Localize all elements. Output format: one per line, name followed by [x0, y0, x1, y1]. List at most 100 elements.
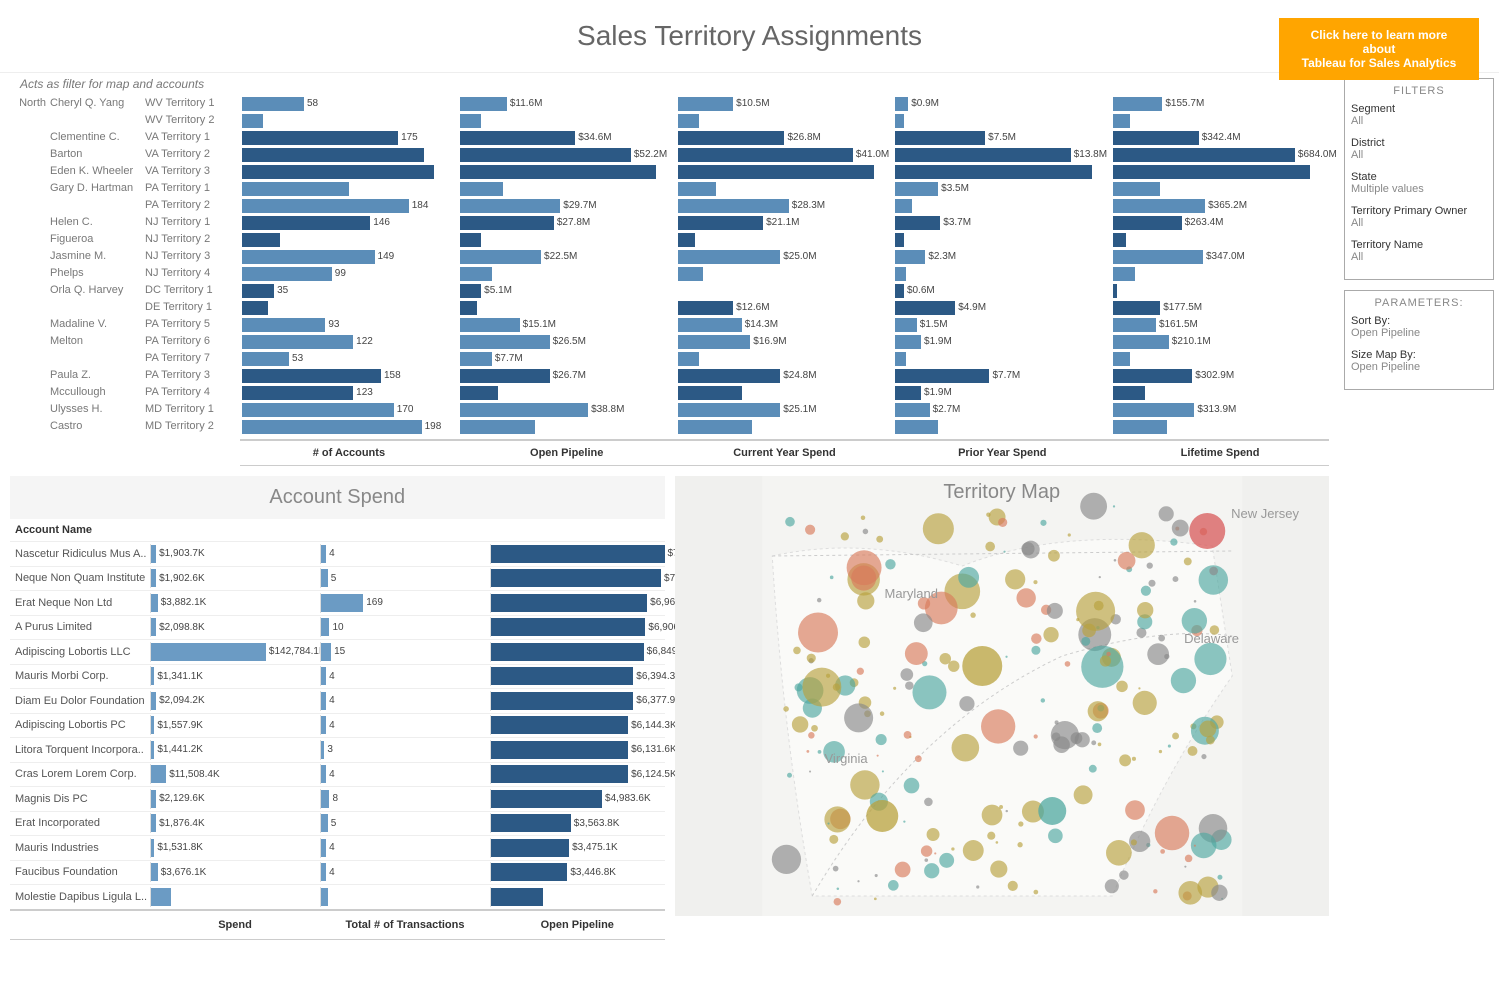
account-row[interactable]: Adipiscing Lobortis PC $1,557.9K 4 $6,14…	[10, 713, 665, 738]
bar-cell[interactable]	[895, 163, 1109, 180]
bar-cell[interactable]	[1113, 282, 1327, 299]
bar-cell[interactable]: $1.9M	[895, 333, 1109, 350]
bar-cell[interactable]	[460, 180, 674, 197]
territory-row-label[interactable]: North Cheryl Q. Yang WV Territory 1	[10, 95, 240, 112]
bar-cell[interactable]	[678, 180, 892, 197]
bar-cell[interactable]	[460, 163, 674, 180]
account-row[interactable]: Adipiscing Lobortis LLC $142,784.1K 15 $…	[10, 639, 665, 664]
account-row[interactable]: A Purus Limited $2,098.8K 10 $6,906.3K	[10, 615, 665, 640]
bar-cell[interactable]	[1113, 112, 1327, 129]
col-header-accounts[interactable]: # of Accounts	[240, 441, 458, 465]
territory-row-label[interactable]: Melton PA Territory 6	[10, 333, 240, 350]
bar-cell[interactable]: $313.9M	[1113, 401, 1327, 418]
bar-cell[interactable]: $25.0M	[678, 248, 892, 265]
territory-row-label[interactable]: Madaline V. PA Territory 5	[10, 316, 240, 333]
bar-cell[interactable]: 123	[242, 384, 456, 401]
territory-row-label[interactable]: Gary D. Hartman PA Territory 1	[10, 180, 240, 197]
parameter-item[interactable]: Sort By:Open Pipeline	[1351, 315, 1487, 339]
bar-cell[interactable]: $10.5M	[678, 95, 892, 112]
account-row[interactable]: Cras Lorem Lorem Corp. $11,508.4K 4 $6,1…	[10, 762, 665, 787]
bar-cell[interactable]: 170	[242, 401, 456, 418]
bar-cell[interactable]	[460, 299, 674, 316]
col-header-lifetime[interactable]: Lifetime Spend	[1111, 441, 1329, 465]
bar-cell[interactable]: $26.8M	[678, 129, 892, 146]
bar-cell[interactable]	[242, 299, 456, 316]
bar-cell[interactable]: $24.8M	[678, 367, 892, 384]
parameter-item[interactable]: Size Map By:Open Pipeline	[1351, 349, 1487, 373]
bar-cell[interactable]: 146	[242, 214, 456, 231]
bar-cell[interactable]: $365.2M	[1113, 197, 1327, 214]
territory-row-label[interactable]: Helen C. NJ Territory 1	[10, 214, 240, 231]
col-header-cys[interactable]: Current Year Spend	[676, 441, 894, 465]
bar-cell[interactable]: $22.5M	[460, 248, 674, 265]
bar-cell[interactable]: $0.9M	[895, 95, 1109, 112]
territory-row-label[interactable]: Clementine C. VA Territory 1	[10, 129, 240, 146]
bar-cell[interactable]	[678, 265, 892, 282]
territory-row-label[interactable]: Eden K. Wheeler VA Territory 3	[10, 163, 240, 180]
bar-cell[interactable]: $0.6M	[895, 282, 1109, 299]
bar-cell[interactable]: $7.5M	[895, 129, 1109, 146]
bar-cell[interactable]: $342.4M	[1113, 129, 1327, 146]
bar-cell[interactable]: $161.5M	[1113, 316, 1327, 333]
bar-cell[interactable]: 158	[242, 367, 456, 384]
bar-cell[interactable]	[242, 180, 456, 197]
bar-cell[interactable]: 149	[242, 248, 456, 265]
bar-cell[interactable]	[460, 231, 674, 248]
account-row[interactable]: Molestie Dapibus Ligula L..	[10, 884, 665, 909]
bar-cell[interactable]: $52.2M	[460, 146, 674, 163]
bar-cell[interactable]	[1113, 180, 1327, 197]
bar-cell[interactable]	[678, 112, 892, 129]
bar-cell[interactable]: 35	[242, 282, 456, 299]
bar-cell[interactable]: $38.8M	[460, 401, 674, 418]
territory-row-label[interactable]: Mccullough PA Territory 4	[10, 384, 240, 401]
filter-item[interactable]: SegmentAll	[1351, 103, 1487, 127]
account-row[interactable]: Mauris Industries $1,531.8K 4 $3,475.1K	[10, 835, 665, 860]
bar-cell[interactable]: $2.3M	[895, 248, 1109, 265]
bar-cell[interactable]	[895, 418, 1109, 435]
account-row[interactable]: Nascetur Ridiculus Mus A.. $1,903.7K 4 $…	[10, 541, 665, 566]
bar-cell[interactable]	[895, 112, 1109, 129]
territory-row-label[interactable]: DE Territory 1	[10, 299, 240, 316]
learn-more-button[interactable]: Click here to learn more about Tableau f…	[1279, 18, 1479, 80]
bar-cell[interactable]: 58	[242, 95, 456, 112]
bar-cell[interactable]: $1.9M	[895, 384, 1109, 401]
bar-cell[interactable]: $13.8M	[895, 146, 1109, 163]
bar-cell[interactable]	[678, 163, 892, 180]
bar-cell[interactable]: $3.5M	[895, 180, 1109, 197]
bar-cell[interactable]	[678, 384, 892, 401]
bar-cell[interactable]: $684.0M	[1113, 146, 1327, 163]
bar-cell[interactable]	[678, 231, 892, 248]
bar-cell[interactable]	[1113, 231, 1327, 248]
territory-row-label[interactable]: Barton VA Territory 2	[10, 146, 240, 163]
filter-item[interactable]: StateMultiple values	[1351, 171, 1487, 195]
filter-item[interactable]: Territory Primary OwnerAll	[1351, 205, 1487, 229]
bar-cell[interactable]: $2.7M	[895, 401, 1109, 418]
territory-row-label[interactable]: Castro MD Territory 2	[10, 418, 240, 435]
map-svg[interactable]	[675, 476, 1330, 916]
col-header-open-pipeline[interactable]: Open Pipeline	[458, 441, 676, 465]
bar-cell[interactable]: $263.4M	[1113, 214, 1327, 231]
filter-item[interactable]: Territory NameAll	[1351, 239, 1487, 263]
territory-row-label[interactable]: WV Territory 2	[10, 112, 240, 129]
bar-cell[interactable]: $155.7M	[1113, 95, 1327, 112]
bar-cell[interactable]: $28.3M	[678, 197, 892, 214]
bar-cell[interactable]	[460, 265, 674, 282]
territory-map-panel[interactable]: Territory Map New Jersey Maryland Delawa…	[675, 476, 1330, 916]
territory-row-label[interactable]: Phelps NJ Territory 4	[10, 265, 240, 282]
account-row[interactable]: Neque Non Quam Institute $1,902.6K 5 $7,…	[10, 566, 665, 591]
bar-cell[interactable]: 184	[242, 197, 456, 214]
bar-cell[interactable]: $7.7M	[895, 367, 1109, 384]
bar-cell[interactable]: $26.5M	[460, 333, 674, 350]
bar-cell[interactable]: $25.1M	[678, 401, 892, 418]
bar-cell[interactable]	[242, 112, 456, 129]
filter-item[interactable]: DistrictAll	[1351, 137, 1487, 161]
bar-cell[interactable]	[678, 350, 892, 367]
territory-row-label[interactable]: Ulysses H. MD Territory 1	[10, 401, 240, 418]
territory-row-label[interactable]: PA Territory 2	[10, 197, 240, 214]
bar-cell[interactable]	[1113, 384, 1327, 401]
bar-cell[interactable]: $4.9M	[895, 299, 1109, 316]
account-row[interactable]: Mauris Morbi Corp. $1,341.1K 4 $6,394.3K	[10, 664, 665, 689]
account-row[interactable]: Faucibus Foundation $3,676.1K 4 $3,446.8…	[10, 860, 665, 885]
bar-cell[interactable]	[1113, 265, 1327, 282]
bar-cell[interactable]: 175	[242, 129, 456, 146]
